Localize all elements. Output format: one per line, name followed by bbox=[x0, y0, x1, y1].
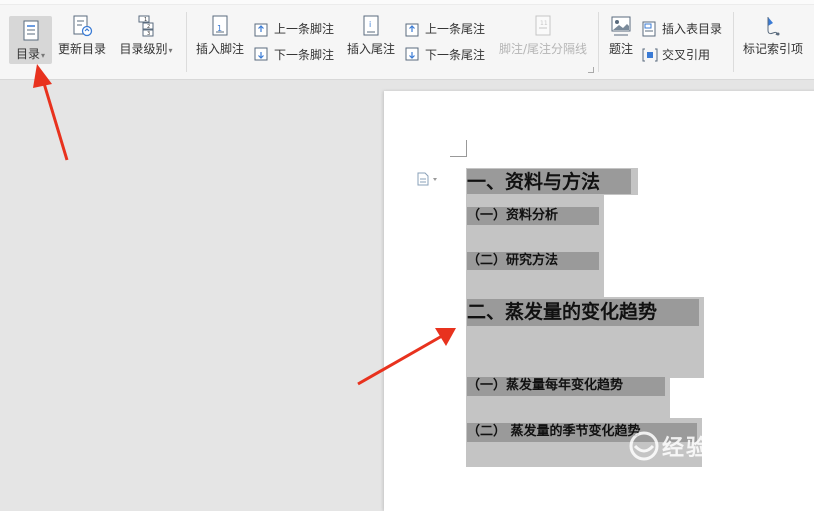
insert-footnote-icon: 1 bbox=[212, 15, 228, 36]
svg-text:1: 1 bbox=[144, 17, 147, 23]
ribbon-top-border bbox=[0, 0, 814, 5]
prev-footnote-label: 上一条脚注 bbox=[274, 22, 335, 36]
mark-index-entry-label: 标记索引项 bbox=[742, 42, 803, 56]
next-endnote-label: 下一条尾注 bbox=[425, 48, 486, 62]
ribbon-separator bbox=[598, 12, 599, 72]
next-footnote-icon bbox=[254, 47, 268, 60]
next-footnote-button[interactable]: 下一条脚注 bbox=[254, 46, 334, 63]
ribbon-separator bbox=[733, 12, 734, 72]
mark-index-icon bbox=[767, 17, 780, 36]
refresh-toc-icon bbox=[73, 15, 93, 37]
svg-text:2: 2 bbox=[147, 24, 150, 30]
note-separator-button[interactable]: 11 脚注/尾注分隔线 bbox=[496, 14, 590, 56]
update-toc-button[interactable]: 更新目录 bbox=[56, 14, 108, 56]
chevron-down-icon: ▾ bbox=[168, 46, 173, 55]
svg-text:11: 11 bbox=[540, 20, 548, 27]
toc-label: 目录 bbox=[15, 47, 40, 61]
next-endnote-button[interactable]: 下一条尾注 bbox=[405, 46, 485, 63]
insert-table-of-figures-button[interactable]: 插入表目录 bbox=[642, 20, 722, 37]
note-separator-icon: 11 bbox=[535, 15, 551, 36]
toc-button[interactable]: 目录▾ bbox=[9, 16, 52, 64]
insert-table-of-figures-label: 插入表目录 bbox=[662, 22, 723, 36]
insert-endnote-button[interactable]: i 插入尾注 bbox=[345, 14, 397, 56]
caption-label: 题注 bbox=[608, 42, 633, 56]
prev-endnote-icon bbox=[405, 23, 419, 36]
toc-icon bbox=[23, 20, 38, 41]
prev-endnote-label: 上一条尾注 bbox=[425, 22, 486, 36]
cross-reference-label: 交叉引用 bbox=[662, 48, 711, 62]
heading-2[interactable]: （一）资料分析 bbox=[467, 207, 599, 225]
mark-index-entry-button[interactable]: 标记索引项 bbox=[741, 14, 805, 56]
next-endnote-icon bbox=[405, 47, 419, 60]
prev-footnote-icon bbox=[254, 23, 268, 36]
chevron-down-icon: ▾ bbox=[41, 51, 46, 60]
svg-text:3: 3 bbox=[147, 31, 150, 37]
insert-footnote-label: 插入脚注 bbox=[195, 42, 244, 56]
watermark-url: jingyan.baidu.com bbox=[628, 466, 730, 479]
heading-2[interactable]: （一）蒸发量每年变化趋势 bbox=[467, 377, 665, 396]
heading-1[interactable]: 一、资料与方法 bbox=[467, 169, 631, 194]
prev-footnote-button[interactable]: 上一条脚注 bbox=[254, 20, 334, 37]
insert-footnote-button[interactable]: 1 插入脚注 bbox=[194, 14, 246, 56]
caption-icon bbox=[611, 16, 631, 36]
ribbon-toolbar: 目录▾ 更新目录 1 2 3 目录级别▾ 1 插入脚注 上一条脚注 下一条脚注 … bbox=[0, 0, 814, 80]
update-toc-label: 更新目录 bbox=[57, 42, 106, 56]
dialog-launcher-icon[interactable] bbox=[588, 67, 594, 73]
table-of-figures-icon bbox=[642, 21, 656, 36]
heading-1[interactable]: 二、蒸发量的变化趋势 bbox=[467, 299, 699, 326]
toc-level-button[interactable]: 1 2 3 目录级别▾ bbox=[116, 14, 176, 58]
cross-reference-button[interactable]: 交叉引用 bbox=[642, 46, 710, 63]
toc-level-label: 目录级别 bbox=[119, 42, 168, 56]
page-margin-marker bbox=[450, 140, 467, 157]
insert-endnote-icon: i bbox=[363, 15, 379, 36]
heading-2[interactable]: （二）研究方法 bbox=[467, 252, 599, 270]
insert-endnote-label: 插入尾注 bbox=[346, 42, 395, 56]
note-separator-label: 脚注/尾注分隔线 bbox=[498, 42, 588, 56]
watermark-text: 经验 bbox=[662, 436, 711, 461]
annotation-arrow-toc bbox=[41, 79, 69, 161]
caption-button[interactable]: 题注 bbox=[606, 14, 636, 56]
toc-level-icon: 1 2 3 bbox=[138, 15, 154, 37]
cross-reference-icon bbox=[642, 48, 658, 61]
document-nav-icon[interactable] bbox=[417, 172, 441, 186]
ribbon-separator bbox=[186, 12, 187, 72]
prev-endnote-button[interactable]: 上一条尾注 bbox=[405, 20, 485, 37]
next-footnote-label: 下一条脚注 bbox=[274, 48, 335, 62]
svg-text:i: i bbox=[369, 20, 371, 29]
